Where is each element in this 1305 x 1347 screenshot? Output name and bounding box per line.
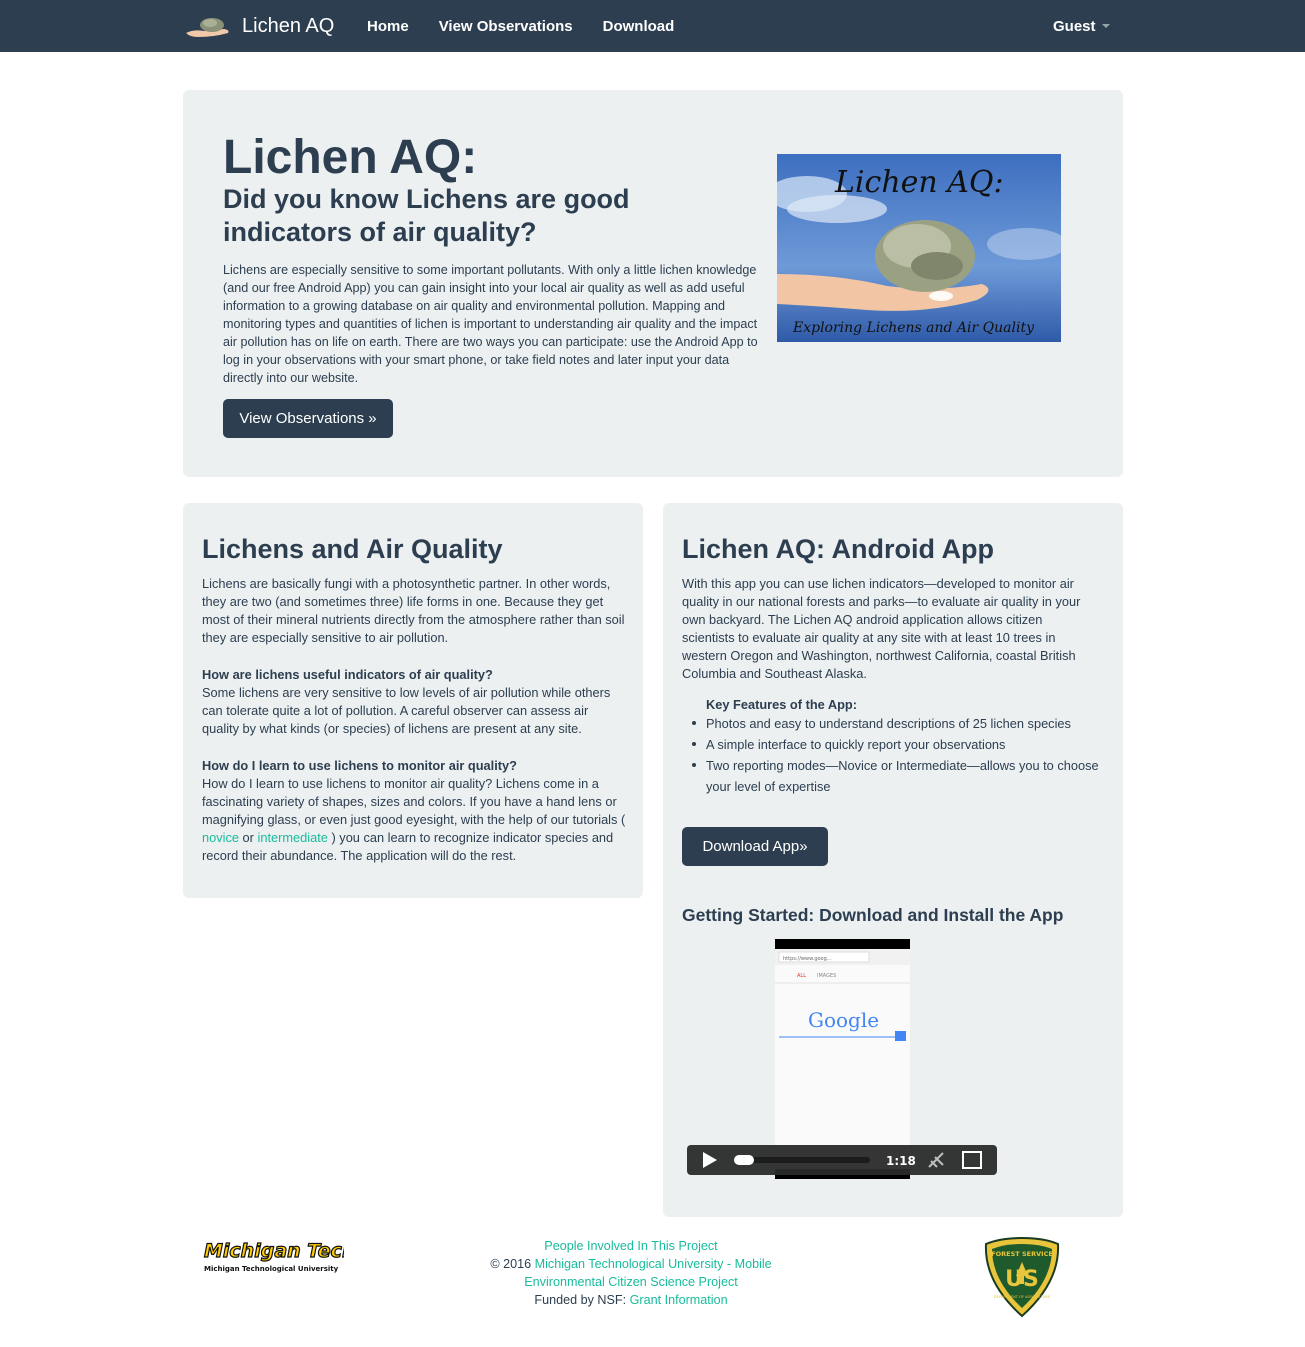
svg-text:Michigan Technological Univers: Michigan Technological University <box>204 1265 339 1273</box>
video-duration: 1:18 <box>886 1154 916 1168</box>
hero-subtitle: Did you know Lichens are good indicators… <box>223 184 630 247</box>
list-item: A simple interface to quickly report you… <box>692 734 1106 755</box>
hero-image-caption: Exploring Lichens and Air Quality <box>792 320 1035 336</box>
mtu-link[interactable]: Michigan Technological University <box>535 1257 724 1271</box>
features-title: Key Features of the App: <box>706 697 857 712</box>
people-involved-link[interactable]: People Involved In This Project <box>544 1239 717 1253</box>
play-icon[interactable] <box>703 1152 717 1168</box>
funded-by: Funded by NSF: <box>534 1293 627 1307</box>
video-url: https://www.goog... <box>783 956 832 962</box>
hero-image-title: Lichen AQ: <box>834 165 1004 200</box>
video-controls: 1:18 <box>687 1145 997 1175</box>
panel-title: Lichens and Air Quality <box>202 534 503 564</box>
video-frame: https://www.goog... ALL IMAGES Google <box>775 949 910 1169</box>
michigan-tech-logo: Michigan Tech Michigan Technological Uni… <box>202 1236 356 1276</box>
footer-text: People Involved In This Project © 2016 M… <box>473 1237 789 1309</box>
features-list: Photos and easy to understand descriptio… <box>692 713 1106 797</box>
answer-1: Some lichens are very sensitive to low l… <box>202 685 611 736</box>
copyright: © 2016 <box>490 1257 532 1271</box>
user-menu[interactable]: Guest <box>1053 0 1110 52</box>
novice-link[interactable]: novice <box>202 830 239 845</box>
nav-download[interactable]: Download <box>603 18 675 35</box>
question-2-title: How do I learn to use lichens to monitor… <box>202 758 517 773</box>
getting-started-title: Getting Started: Download and Install th… <box>682 905 1064 925</box>
list-item: Photos and easy to understand descriptio… <box>692 713 1106 734</box>
hero-title: Lichen AQ: <box>223 131 478 184</box>
question-1-title: How are lichens useful indicators of air… <box>202 667 493 682</box>
video-tab-images: IMAGES <box>817 973 836 979</box>
download-app-button[interactable]: Download App» <box>682 827 828 866</box>
app-intro: With this app you can use lichen indicat… <box>682 576 1081 681</box>
view-observations-button[interactable]: View Observations » <box>223 399 393 438</box>
answer-2-mid: or <box>239 830 258 845</box>
lichen-hand-logo-icon <box>186 18 229 37</box>
user-name: Guest <box>1053 17 1096 35</box>
volume-muted-icon[interactable] <box>928 1152 944 1168</box>
answer-2-pre: How do I learn to use lichens to monitor… <box>202 776 626 827</box>
hero-section: Lichen AQ: Did you know Lichens are good… <box>183 90 1123 477</box>
brand[interactable]: Lichen AQ <box>184 0 334 52</box>
fullscreen-icon[interactable] <box>962 1151 982 1169</box>
video-player[interactable]: https://www.goog... ALL IMAGES Google <box>775 939 910 1179</box>
navbar: Lichen AQ Home View Observations Downloa… <box>0 0 1305 52</box>
nav-view-observations[interactable]: View Observations <box>439 18 573 35</box>
question-2: How do I learn to use lichens to monitor… <box>202 757 627 865</box>
nav-home[interactable]: Home <box>367 18 409 35</box>
brand-name: Lichen AQ <box>242 14 335 37</box>
forest-service-shield-icon: FOREST SERVICE US DEPARTMENT OF AGRICULT… <box>982 1236 1062 1318</box>
nav-links: Home View Observations Download <box>367 0 704 52</box>
video-scrubber[interactable] <box>734 1155 754 1165</box>
question-1: How are lichens useful indicators of air… <box>202 666 627 738</box>
footer-separator: - <box>726 1257 732 1271</box>
hero-image: Lichen AQ: Exploring Lichens and Air Qua… <box>777 154 1061 342</box>
svg-text:DEPARTMENT OF AGRICULTURE: DEPARTMENT OF AGRICULTURE <box>994 1295 1051 1299</box>
lichens-air-quality-panel: Lichens and Air Quality Lichens are basi… <box>183 503 643 898</box>
panel-title: Lichen AQ: Android App <box>682 534 994 564</box>
grant-information-link[interactable]: Grant Information <box>630 1293 728 1307</box>
google-logo: Google <box>808 1008 879 1032</box>
list-item: Two reporting modes—Novice or Intermedia… <box>692 755 1106 797</box>
video-tab-all: ALL <box>797 973 806 979</box>
android-app-panel: Lichen AQ: Android App With this app you… <box>663 503 1123 1217</box>
svg-text:Michigan Tech: Michigan Tech <box>204 1240 344 1262</box>
intermediate-link[interactable]: intermediate <box>258 830 328 845</box>
caret-down-icon <box>1101 24 1110 28</box>
svg-text:FOREST SERVICE: FOREST SERVICE <box>991 1250 1053 1258</box>
lichens-intro: Lichens are basically fungi with a photo… <box>202 576 625 645</box>
hero-description: Lichens are especially sensitive to some… <box>223 263 758 385</box>
